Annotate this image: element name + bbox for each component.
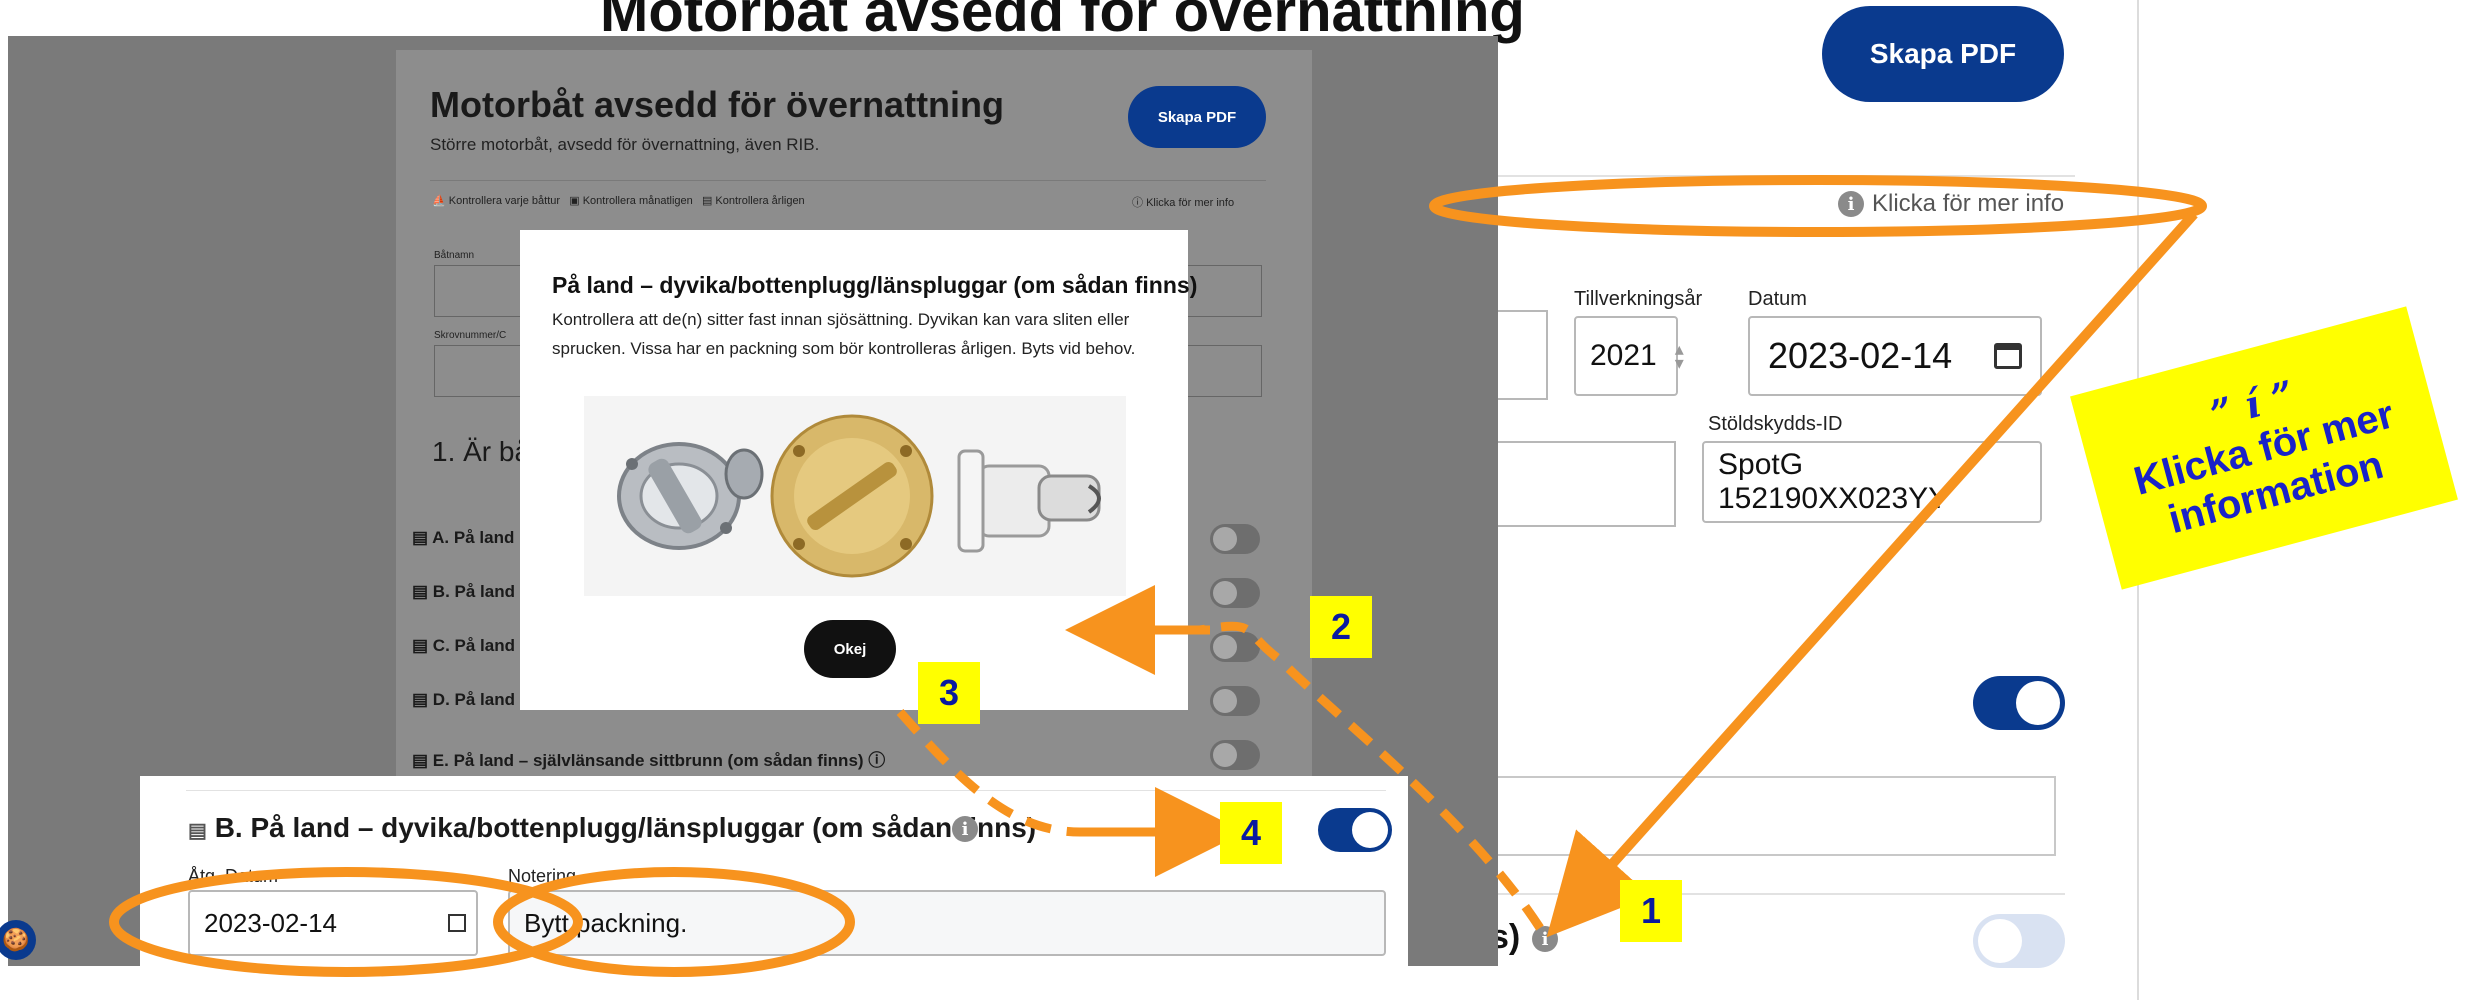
dashed-arrow bbox=[896, 709, 1081, 837]
highlight-ellipse bbox=[493, 867, 855, 977]
step-4-marker: 4 bbox=[1220, 802, 1282, 864]
arrow-to-info bbox=[1546, 210, 2198, 938]
step-3-marker: 3 bbox=[918, 662, 980, 724]
highlight-ellipse bbox=[109, 867, 583, 977]
step-1-marker: 1 bbox=[1620, 880, 1682, 942]
highlight-ellipse bbox=[1429, 175, 2207, 237]
dashed-arrow bbox=[1199, 621, 1544, 931]
step-2-marker: 2 bbox=[1310, 596, 1372, 658]
